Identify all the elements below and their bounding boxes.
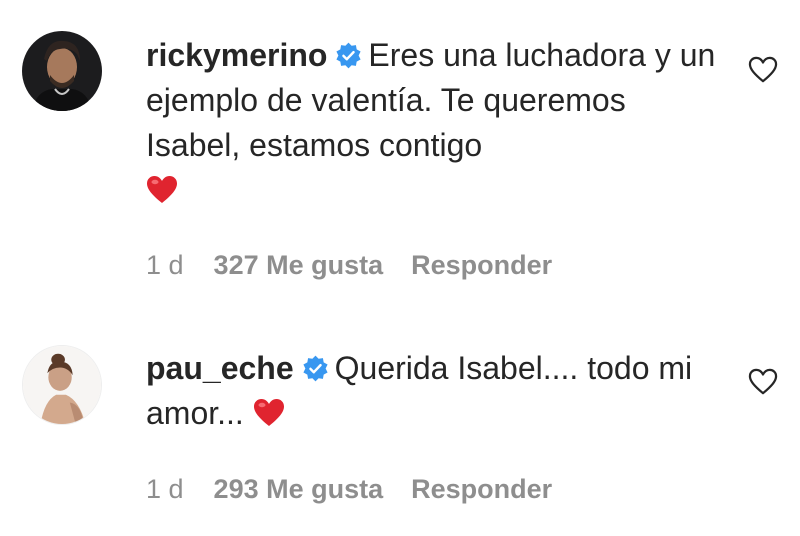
avatar[interactable] xyxy=(22,31,102,111)
reply-button[interactable]: Responder xyxy=(411,474,552,504)
heart-outline-icon xyxy=(748,368,778,395)
comment-timestamp: 1 d xyxy=(146,250,184,280)
likes-count-button[interactable]: 293 Me gusta xyxy=(214,474,384,504)
reply-button[interactable]: Responder xyxy=(411,250,552,280)
verified-badge-icon xyxy=(336,42,362,69)
comment-timestamp: 1 d xyxy=(146,474,184,504)
red-heart-icon xyxy=(253,399,284,426)
comment-body: rickymerino Eres una luchadora y un ejemp… xyxy=(146,33,726,213)
verified-badge-icon xyxy=(303,355,328,382)
comment-username[interactable]: pau_eche xyxy=(146,350,294,386)
red-heart-icon xyxy=(147,176,177,203)
avatar-woman-icon xyxy=(23,346,101,424)
like-button[interactable] xyxy=(748,368,778,396)
comment-body: pau_eche Querida Isabel.... todo mi amor.… xyxy=(146,346,726,436)
comment-username[interactable]: rickymerino xyxy=(146,37,327,73)
heart-outline-icon xyxy=(748,56,778,83)
avatar-man-icon xyxy=(22,31,102,111)
like-button[interactable] xyxy=(748,56,778,84)
likes-count-button[interactable]: 327 Me gusta xyxy=(214,250,384,280)
comment-meta: 1 d 293 Me gusta Responder xyxy=(146,474,580,505)
avatar[interactable] xyxy=(22,345,102,425)
comment-meta: 1 d 327 Me gusta Responder xyxy=(146,250,580,281)
